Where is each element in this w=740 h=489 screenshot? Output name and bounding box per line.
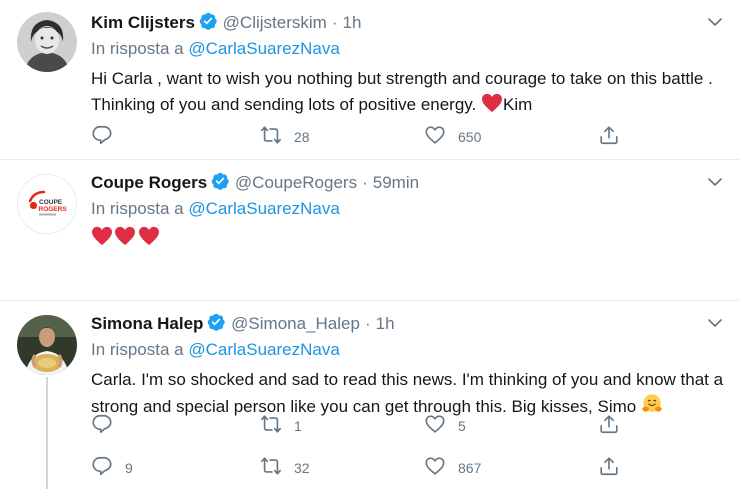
- tweet[interactable]: Kim Clijsters @Clijsterskim · 1h In rispos…: [0, 0, 740, 160]
- retweet-button[interactable]: 32: [260, 456, 310, 480]
- retweet-count: 28: [294, 129, 310, 145]
- author-name[interactable]: Kim Clijsters: [91, 13, 195, 32]
- tweet-actions: 28 650: [91, 125, 631, 149]
- red-heart-emoji-icon: [113, 226, 137, 254]
- chevron-down-icon[interactable]: [706, 13, 724, 37]
- share-icon: [598, 124, 620, 151]
- avatar[interactable]: [17, 12, 77, 72]
- share-icon: [598, 455, 620, 482]
- share-button[interactable]: [598, 125, 620, 149]
- reply-prefix: In risposta a: [91, 199, 184, 218]
- author-handle[interactable]: @Clijsterskim: [223, 13, 327, 32]
- chevron-down-icon[interactable]: [706, 314, 724, 338]
- like-count: 650: [458, 129, 482, 145]
- tweet-actions: 9 32 867: [91, 456, 631, 480]
- like-count: 867: [458, 460, 482, 476]
- reply-button[interactable]: [91, 125, 125, 149]
- red-heart-emoji-icon: [137, 226, 161, 254]
- reply-mention-link[interactable]: @CarlaSuarezNava: [188, 39, 339, 58]
- separator: ·: [362, 173, 368, 192]
- tweet[interactable]: COUPE ROGERS Coupe Rogers @CoupeRogers · 5…: [0, 160, 740, 434]
- red-heart-emoji-icon: [91, 226, 113, 254]
- tweet-text: Carla. I'm so shocked and sad to read th…: [91, 367, 724, 423]
- verified-badge-icon: [198, 11, 218, 37]
- share-button[interactable]: [598, 456, 620, 480]
- separator: ·: [331, 13, 338, 32]
- reply-prefix: In risposta a: [91, 39, 184, 58]
- retweet-count: 32: [294, 460, 310, 476]
- red-heart-emoji-icon: [481, 93, 503, 121]
- reply-icon: [91, 455, 113, 482]
- reply-icon: [91, 124, 113, 151]
- author-handle[interactable]: @CoupeRogers: [235, 173, 357, 192]
- avatar[interactable]: [17, 315, 77, 375]
- timestamp[interactable]: 1h: [343, 13, 362, 32]
- retweet-icon: [260, 455, 282, 482]
- retweet-button[interactable]: 28: [260, 125, 310, 149]
- tweet[interactable]: Simona Halep @Simona_Halep · 1h In rispost…: [0, 301, 740, 489]
- tweet-text-content: Carla. I'm so shocked and sad to read th…: [91, 370, 724, 416]
- author-name[interactable]: Simona Halep: [91, 314, 203, 333]
- like-button[interactable]: 867: [424, 456, 481, 480]
- hugging-face-emoji-icon: [641, 393, 663, 423]
- retweet-icon: [260, 124, 282, 151]
- svg-text:ROGERS: ROGERS: [39, 206, 68, 213]
- svg-text:COUPE: COUPE: [39, 199, 63, 206]
- timestamp[interactable]: 59min: [373, 173, 419, 192]
- avatar[interactable]: COUPE ROGERS: [17, 174, 77, 234]
- author-name[interactable]: Coupe Rogers: [91, 173, 207, 192]
- reply-mention-link[interactable]: @CarlaSuarezNava: [188, 199, 339, 218]
- author-handle[interactable]: @Simona_Halep: [231, 314, 360, 333]
- like-button[interactable]: 650: [424, 125, 481, 149]
- verified-badge-icon: [210, 171, 230, 197]
- heart-outline-icon: [424, 124, 446, 151]
- heart-outline-icon: [424, 455, 446, 482]
- reply-button[interactable]: 9: [91, 456, 133, 480]
- tweet-text: [91, 225, 724, 254]
- reply-prefix: In risposta a: [91, 340, 184, 359]
- thread-connector-line: [46, 377, 48, 489]
- tweet-text-content: Hi Carla , want to wish you nothing but …: [91, 69, 713, 114]
- chevron-down-icon[interactable]: [706, 173, 724, 197]
- tweet-text: Hi Carla , want to wish you nothing but …: [91, 66, 724, 121]
- timestamp[interactable]: 1h: [376, 314, 395, 333]
- reply-mention-link[interactable]: @CarlaSuarezNava: [188, 340, 339, 359]
- reply-count: 9: [125, 460, 133, 476]
- coupe-rogers-logo: COUPE ROGERS: [18, 175, 76, 233]
- separator: ·: [364, 314, 371, 333]
- tweet-text-suffix: Kim: [503, 95, 533, 114]
- verified-badge-icon: [206, 312, 226, 338]
